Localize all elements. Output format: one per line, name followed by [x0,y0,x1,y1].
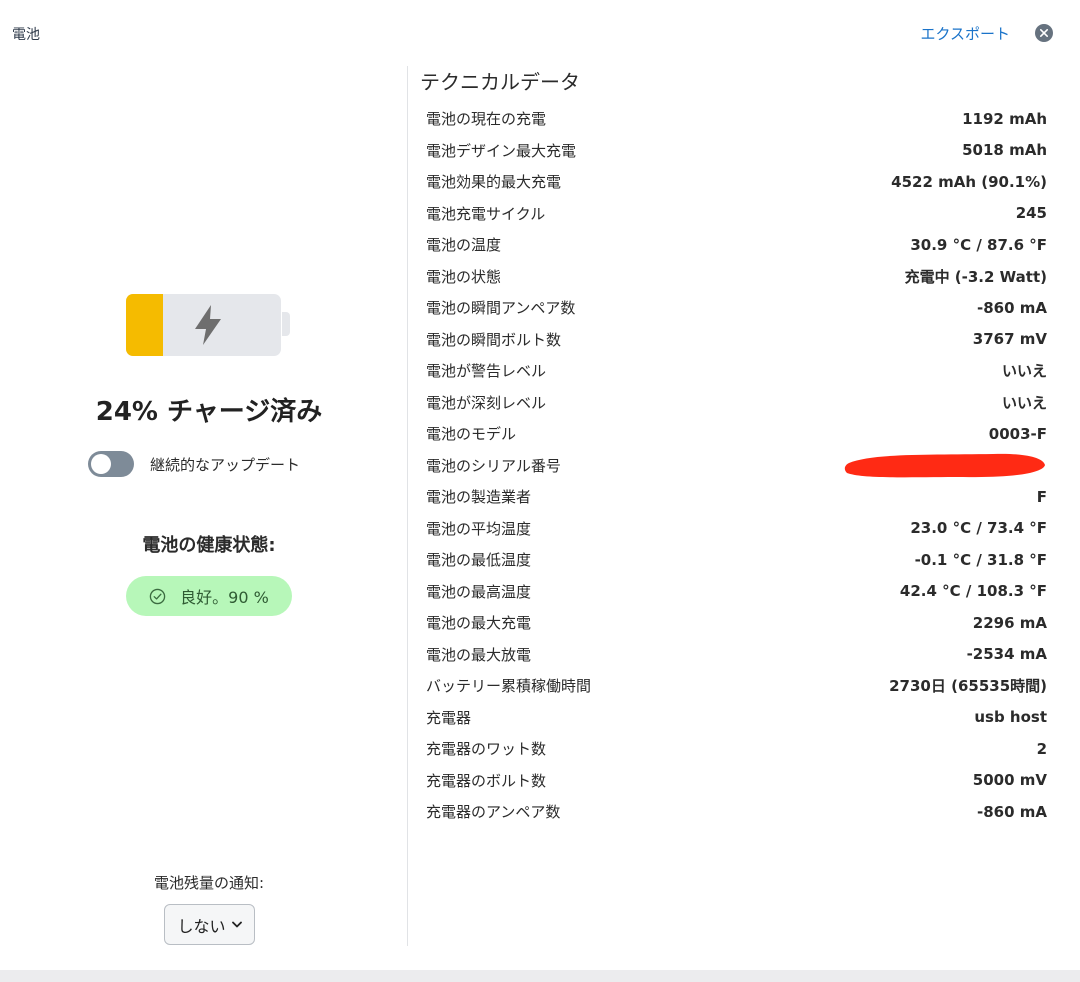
notification-label: 電池残量の通知: [153,874,265,892]
health-status-badge: 良好。90 % [126,576,292,616]
row-label: 電池が深刻レベル [426,393,547,412]
row-value: 2 [1036,739,1047,758]
table-row: 電池の状態 充電中 (-3.2 Watt) [426,261,1047,293]
row-label: 充電器のワット数 [426,740,547,759]
row-value: 5000 mV [972,771,1047,790]
notification-selected-value: しない [177,916,226,936]
table-row: バッテリー累積稼働時間 2730日 (65535時間) [426,670,1047,702]
row-label: 電池のシリアル番号 [426,456,561,475]
row-label: バッテリー累積稼働時間 [426,677,592,696]
row-value: 30.9 °C / 87.6 °F [910,235,1047,254]
table-row: 電池の瞬間ボルト数 3767 mV [426,324,1047,356]
redacted-value [837,452,1047,478]
table-row: 電池が深刻レベル いいえ [426,387,1047,419]
table-row: 電池が警告レベル いいえ [426,355,1047,387]
table-row: 電池の瞬間アンペア数 -860 mA [426,292,1047,324]
charge-status-text: 24% チャージ済み [95,397,323,427]
close-icon[interactable] [1035,24,1053,42]
row-value: いいえ [1001,393,1047,412]
row-label: 電池が警告レベル [426,362,547,381]
notification-select[interactable]: しない [164,904,255,945]
row-value: 0003-F [988,424,1047,443]
continuous-update-toggle[interactable] [88,451,134,477]
row-value: usb host [974,708,1047,727]
row-label: 電池効果的最大充電 [426,173,562,192]
battery-icon [126,294,292,356]
table-row: 充電器のワット数 2 [426,733,1047,765]
row-label: 電池の温度 [426,236,502,255]
continuous-update-label: 継続的なアップデート [150,455,301,474]
row-label: 電池の平均温度 [426,519,532,538]
row-value: 1192 mAh [962,109,1047,128]
row-label: 充電器 [426,708,472,727]
battery-level-fill [126,294,164,356]
row-value: 245 [1015,204,1047,223]
row-label: 電池のモデル [426,425,517,444]
technical-data-title: テクニカルデータ [420,70,580,94]
bottom-bar [0,970,1080,982]
row-value: 充電中 (-3.2 Watt) [904,267,1047,286]
row-value: 23.0 °C / 73.4 °F [910,519,1047,538]
table-row: 電池の温度 30.9 °C / 87.6 °F [426,229,1047,261]
table-row: 電池の現在の充電 1192 mAh [426,103,1047,135]
table-row: 充電器のアンペア数 -860 mA [426,796,1047,828]
chevron-down-icon [231,921,242,928]
health-status-text: 良好。90 % [180,588,269,607]
table-row: 電池の製造業者 F [426,481,1047,513]
table-row: 電池のモデル 0003-F [426,418,1047,450]
table-row: 充電器 usb host [426,702,1047,734]
technical-data-table: 電池の現在の充電 1192 mAh 電池デザイン最大充電 5018 mAh 電池効果的最… [426,103,1047,828]
row-value: いいえ [1001,362,1047,381]
table-row: 充電器のボルト数 5000 mV [426,765,1047,797]
window-title: 電池 [12,27,40,43]
table-row: 電池効果的最大充電 4522 mAh (90.1%) [426,166,1047,198]
table-row: 電池の最大充電 2296 mA [426,607,1047,639]
table-row: 電池のシリアル番号 [426,450,1047,482]
row-label: 電池の状態 [426,267,502,286]
row-label: 電池充電サイクル [426,204,546,223]
row-label: 電池の最高温度 [426,582,532,601]
check-circle-icon [149,588,166,604]
table-row: 電池の平均温度 23.0 °C / 73.4 °F [426,513,1047,545]
row-label: 電池の最大放電 [426,645,532,664]
row-label: 電池の最大充電 [426,614,532,633]
row-value: 5018 mAh [962,141,1047,160]
table-row: 電池の最低温度 -0.1 °C / 31.8 °F [426,544,1047,576]
row-value: F [1036,487,1047,506]
row-value: -860 mA [977,802,1047,821]
continuous-update-row: 継続的なアップデート [88,451,300,477]
row-label: 電池の瞬間アンペア数 [426,299,576,318]
row-value: 4522 mAh (90.1%) [891,172,1047,191]
table-row: 電池デザイン最大充電 5018 mAh [426,135,1047,167]
row-value: -860 mA [977,298,1047,317]
row-value: 2296 mA [972,613,1047,632]
export-button[interactable]: エクスポート [920,23,1010,44]
row-value: 3767 mV [972,330,1047,349]
battery-summary-panel: 24% チャージ済み 継続的なアップデート 電池の健康状態: 良好。90 % 電… [0,66,408,946]
row-label: 電池の現在の充電 [426,110,547,129]
row-value: -0.1 °C / 31.8 °F [914,550,1047,569]
row-label: 充電器のアンペア数 [426,803,561,822]
row-value: -2534 mA [966,645,1047,664]
row-value: 2730日 (65535時間) [889,677,1047,696]
table-row: 電池の最高温度 42.4 °C / 108.3 °F [426,576,1047,608]
health-title: 電池の健康状態: [142,535,276,556]
row-label: 電池の製造業者 [426,488,532,507]
row-label: 電池の最低温度 [426,551,532,570]
lightning-bolt-icon [195,305,221,345]
row-label: 充電器のボルト数 [426,771,547,790]
table-row: 電池の最大放電 -2534 mA [426,639,1047,671]
row-value: 42.4 °C / 108.3 °F [899,582,1047,601]
row-label: 電池デザイン最大充電 [426,141,577,160]
row-label: 電池の瞬間ボルト数 [426,330,562,349]
table-row: 電池充電サイクル 245 [426,198,1047,230]
